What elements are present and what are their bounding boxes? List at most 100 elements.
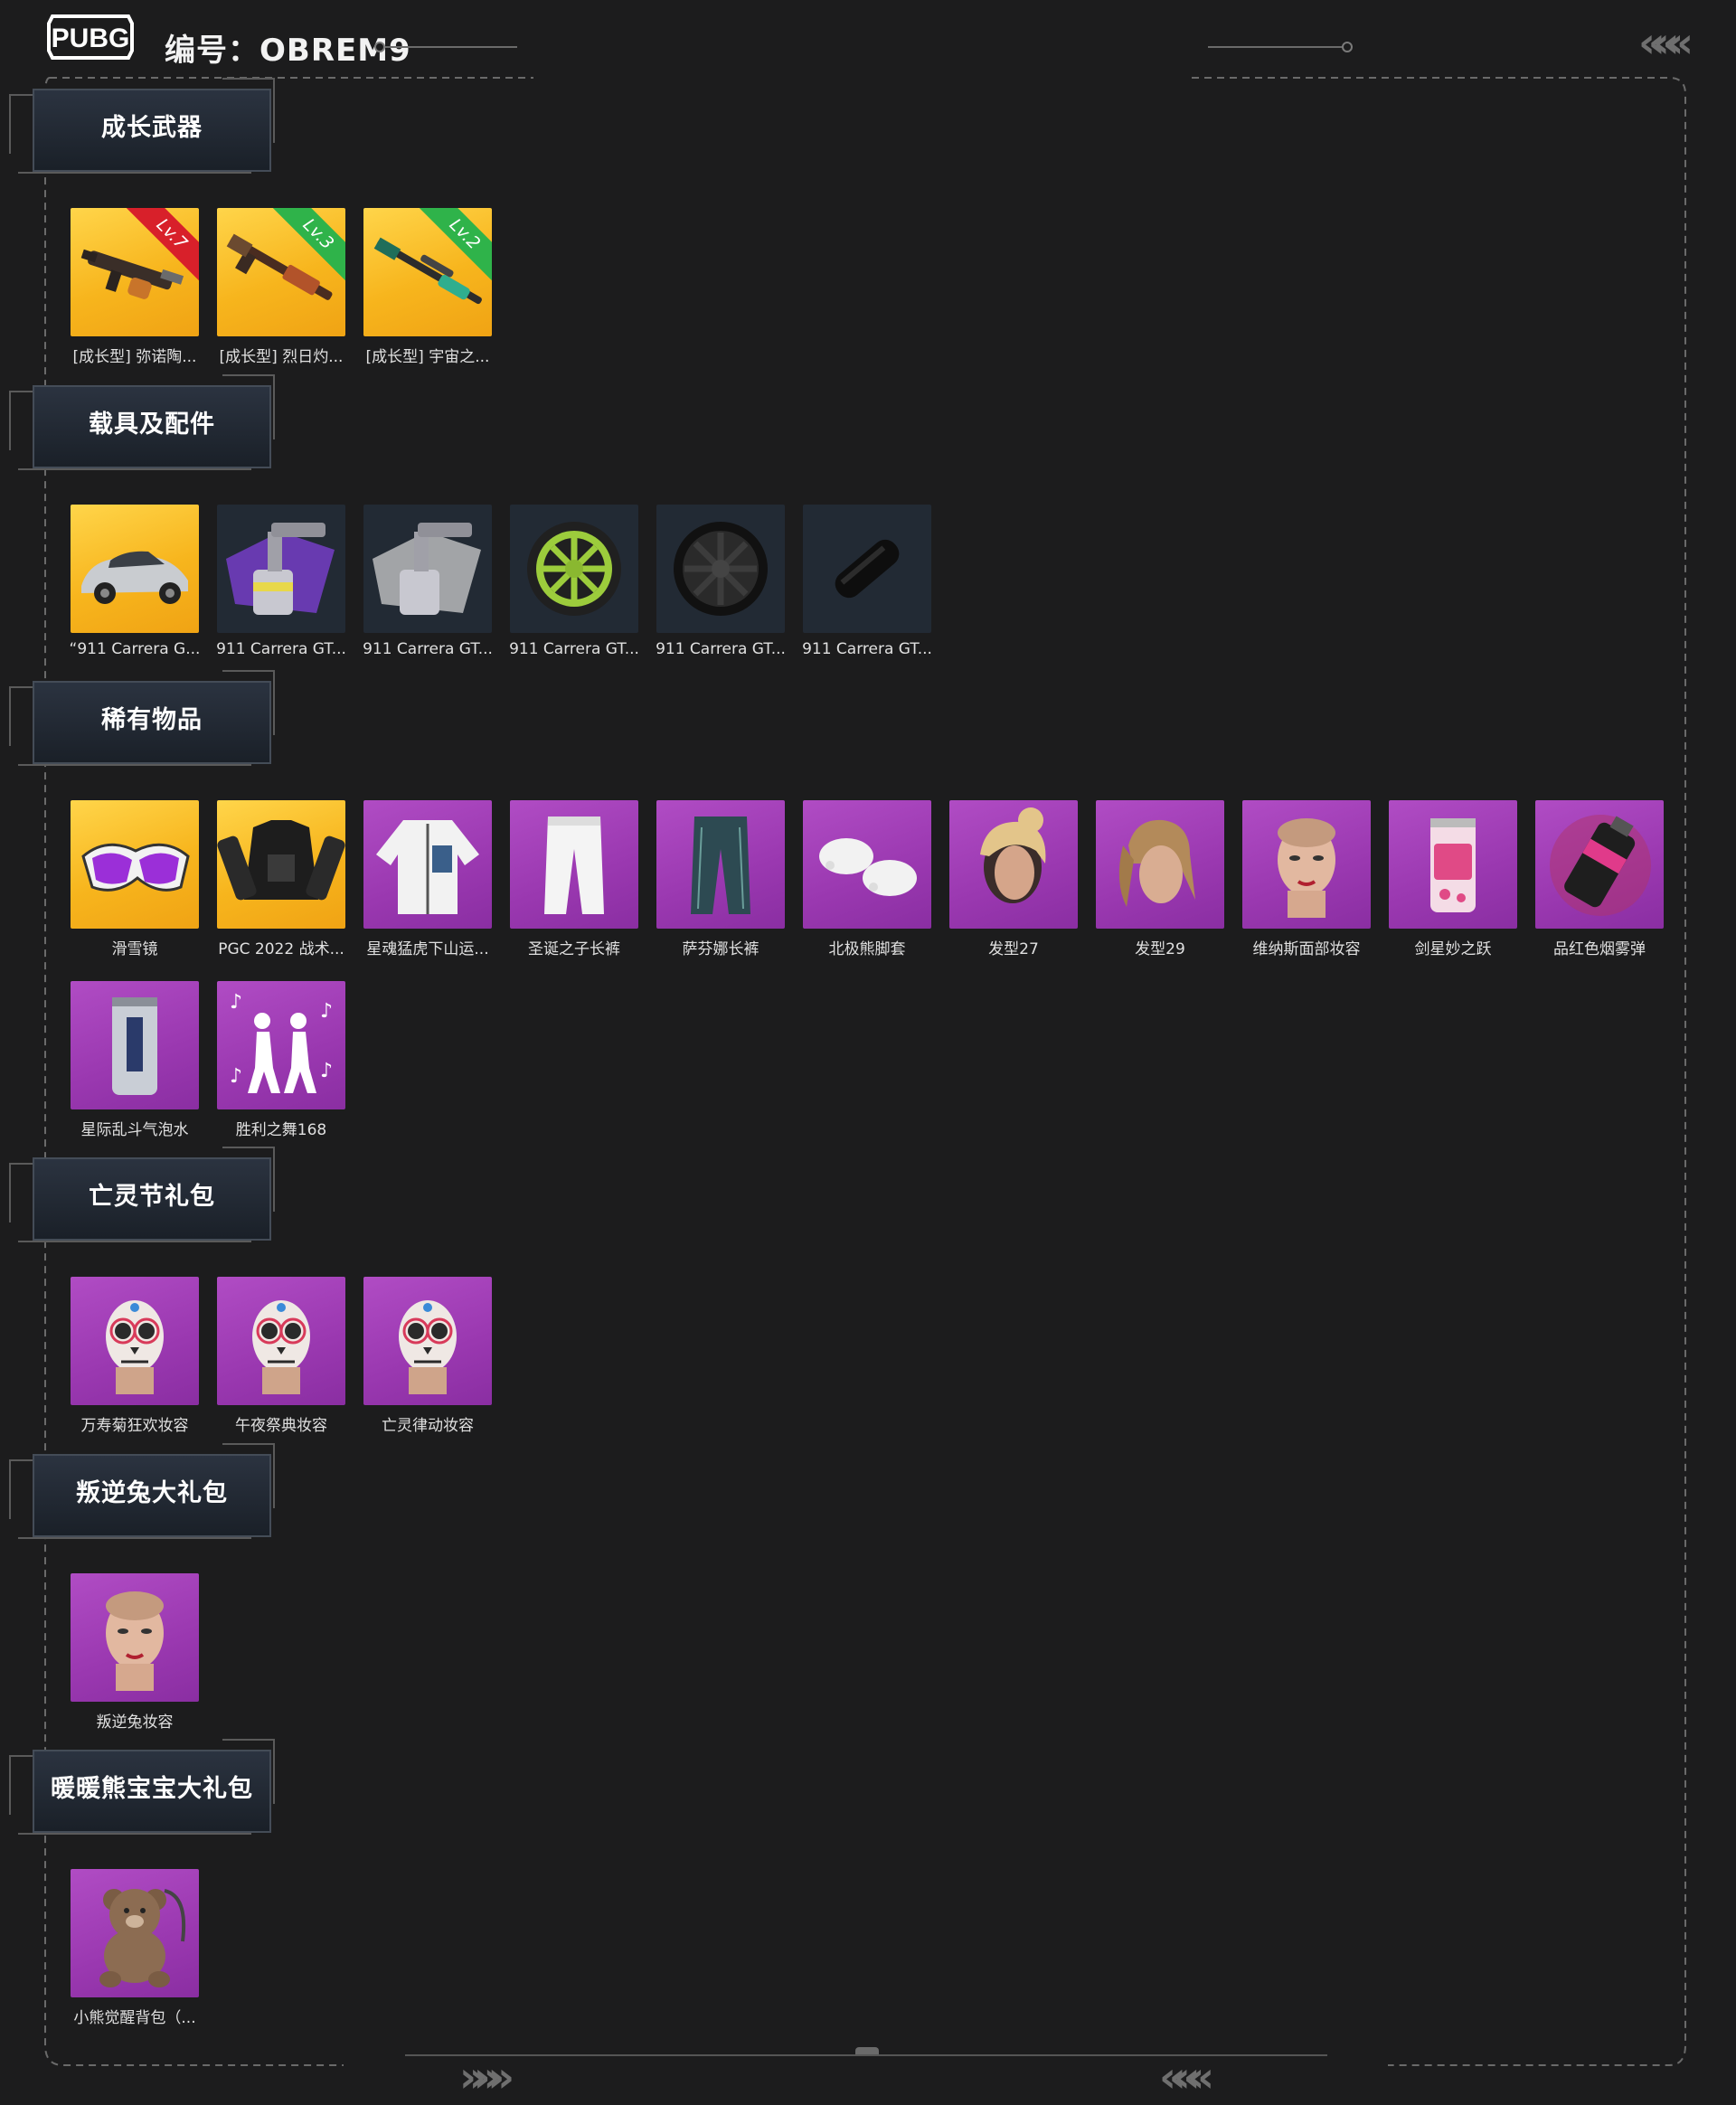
item-name: 品红色烟雾弹 xyxy=(1553,940,1646,958)
teddy-bear-backpack-icon xyxy=(99,1889,186,1987)
item-thumbnail[interactable] xyxy=(1389,800,1517,929)
item-thumbnail[interactable]: ♪ ♪ ♪ ♪ xyxy=(217,981,345,1109)
item-thumbnail[interactable] xyxy=(71,1869,199,1997)
item-name: 胜利之舞168 xyxy=(235,1121,327,1139)
item-thumbnail[interactable]: Lv.7 xyxy=(71,208,199,336)
item-name: 911 Carrera GT... xyxy=(509,640,639,658)
inventory-item[interactable]: Lv.7 [成长型] 弥诺陶... xyxy=(71,208,199,366)
section-header: 暖暖熊宝宝大礼包 xyxy=(9,1739,275,1843)
item-thumbnail[interactable] xyxy=(71,800,199,929)
item-thumbnail[interactable] xyxy=(71,1573,199,1702)
item-thumbnail[interactable] xyxy=(363,505,492,633)
inventory-item[interactable]: Lv.2 [成长型] 宇宙之... xyxy=(363,208,492,366)
inventory-item[interactable]: 午夜祭典妆容 xyxy=(217,1277,345,1435)
item-thumbnail[interactable] xyxy=(71,1277,199,1405)
item-name: 星魂猛虎下山运... xyxy=(366,940,489,958)
inventory-item[interactable]: 剑星妙之跃 xyxy=(1389,800,1517,958)
svg-text:♪: ♪ xyxy=(320,1060,333,1082)
inventory-item[interactable]: 北极熊脚套 xyxy=(803,800,931,958)
face-makeup-icon xyxy=(106,1591,164,1691)
inventory-item[interactable]: 911 Carrera GT... xyxy=(363,505,493,658)
item-name: [成长型] 宇宙之... xyxy=(365,348,490,366)
item-thumbnail[interactable] xyxy=(656,800,785,929)
item-thumbnail[interactable]: Lv.2 xyxy=(363,208,492,336)
item-thumbnail[interactable] xyxy=(71,505,199,633)
section-title: 叛逆兔大礼包 xyxy=(76,1479,228,1507)
inventory-item[interactable]: 万寿菊狂欢妆容 xyxy=(71,1277,199,1435)
goggles-icon xyxy=(81,843,190,892)
svg-text:PUBG: PUBG xyxy=(52,24,130,53)
item-thumbnail[interactable] xyxy=(803,505,931,633)
inventory-item[interactable]: 亡灵律动妆容 xyxy=(363,1277,492,1435)
white-pants-icon xyxy=(544,817,604,914)
item-thumbnail[interactable] xyxy=(217,800,345,929)
inventory-item[interactable]: PGC 2022 战术... xyxy=(217,800,345,958)
item-thumbnail[interactable] xyxy=(71,981,199,1109)
skull-face-icon xyxy=(106,1300,164,1394)
soda-can-silver-icon xyxy=(112,997,157,1095)
inventory-item[interactable]: 叛逆兔妆容 xyxy=(71,1573,199,1732)
item-thumbnail[interactable] xyxy=(803,800,931,929)
inventory-item[interactable]: 维纳斯面部妆容 xyxy=(1242,800,1371,958)
face-makeup-icon xyxy=(1278,818,1335,918)
section-header: 成长武器 xyxy=(9,78,275,182)
item-thumbnail[interactable] xyxy=(1242,800,1371,929)
section-header: 亡灵节礼包 xyxy=(9,1147,275,1251)
inventory-item[interactable]: 发型27 xyxy=(949,800,1078,958)
inventory-item[interactable]: 911 Carrera GT... xyxy=(216,505,346,658)
hair-ponytail-icon xyxy=(1118,819,1195,907)
smoke-grenade-icon xyxy=(1550,815,1651,916)
item-thumbnail[interactable] xyxy=(1535,800,1664,929)
skull-face-icon xyxy=(399,1300,457,1394)
inventory-item[interactable]: 星魂猛虎下山运... xyxy=(363,800,492,958)
item-thumbnail[interactable]: Lv.3 xyxy=(217,208,345,336)
soda-can-pink-icon xyxy=(1430,818,1476,912)
inventory-item[interactable]: 圣诞之子长裤 xyxy=(510,800,638,958)
item-thumbnail[interactable] xyxy=(1096,800,1224,929)
inventory-item[interactable]: ♪ ♪ ♪ ♪ 胜利之舞168 xyxy=(217,981,345,1139)
item-name: 午夜祭典妆容 xyxy=(235,1417,327,1435)
inventory-item[interactable]: 小熊觉醒背包（... xyxy=(71,1869,199,2027)
item-name: 维纳斯面部妆容 xyxy=(1252,940,1361,958)
item-name: 萨芬娜长裤 xyxy=(682,940,760,958)
inventory-item[interactable]: 滑雪镜 xyxy=(71,800,199,958)
item-thumbnail[interactable] xyxy=(510,505,638,633)
item-thumbnail[interactable] xyxy=(217,505,345,633)
item-name: 发型29 xyxy=(1135,940,1185,958)
item-thumbnail[interactable] xyxy=(656,505,785,633)
scroll-handle[interactable] xyxy=(855,2047,879,2054)
item-name: 圣诞之子长裤 xyxy=(528,940,620,958)
paw-shoes-icon xyxy=(819,838,917,896)
inventory-item[interactable]: 星际乱斗气泡水 xyxy=(71,981,199,1139)
inventory-item[interactable]: 911 Carrera GT... xyxy=(656,505,786,658)
inventory-item[interactable]: 品红色烟雾弹 xyxy=(1535,800,1664,958)
item-thumbnail[interactable] xyxy=(949,800,1078,929)
inventory-item[interactable]: 萨芬娜长裤 xyxy=(656,800,785,958)
pubg-logo: PUBG xyxy=(47,14,134,60)
spray-gun-white-icon xyxy=(373,523,481,615)
jacket-icon xyxy=(376,820,479,914)
inventory-item[interactable]: 发型29 xyxy=(1096,800,1224,958)
chevron-left-icon: ««« xyxy=(1638,18,1694,67)
item-name: 星际乱斗气泡水 xyxy=(80,1121,189,1139)
section-header: 叛逆兔大礼包 xyxy=(9,1443,275,1547)
item-thumbnail[interactable] xyxy=(510,800,638,929)
car-icon xyxy=(81,551,188,604)
item-name: 滑雪镜 xyxy=(111,940,158,958)
item-name: 911 Carrera GT... xyxy=(802,640,932,658)
item-thumbnail[interactable] xyxy=(363,1277,492,1405)
inventory-item[interactable]: 911 Carrera GT... xyxy=(509,505,639,658)
item-name: 911 Carrera GT... xyxy=(216,640,346,658)
item-thumbnail[interactable] xyxy=(217,1277,345,1405)
inventory-item[interactable]: 911 Carrera GT... xyxy=(802,505,932,658)
inventory-item[interactable]: “911 Carrera G... xyxy=(70,505,200,658)
item-name: PGC 2022 战术... xyxy=(218,940,344,958)
inventory-item[interactable]: Lv.3 [成长型] 烈日灼... xyxy=(217,208,345,366)
teal-pants-icon xyxy=(691,817,750,914)
chevron-left-icon: ««« xyxy=(1159,2053,1214,2101)
section-title: 载具及配件 xyxy=(89,411,215,439)
item-name: 叛逆兔妆容 xyxy=(96,1713,174,1732)
header-divider-right xyxy=(1208,46,1344,48)
item-thumbnail[interactable] xyxy=(363,800,492,929)
item-name: 亡灵律动妆容 xyxy=(382,1417,474,1435)
